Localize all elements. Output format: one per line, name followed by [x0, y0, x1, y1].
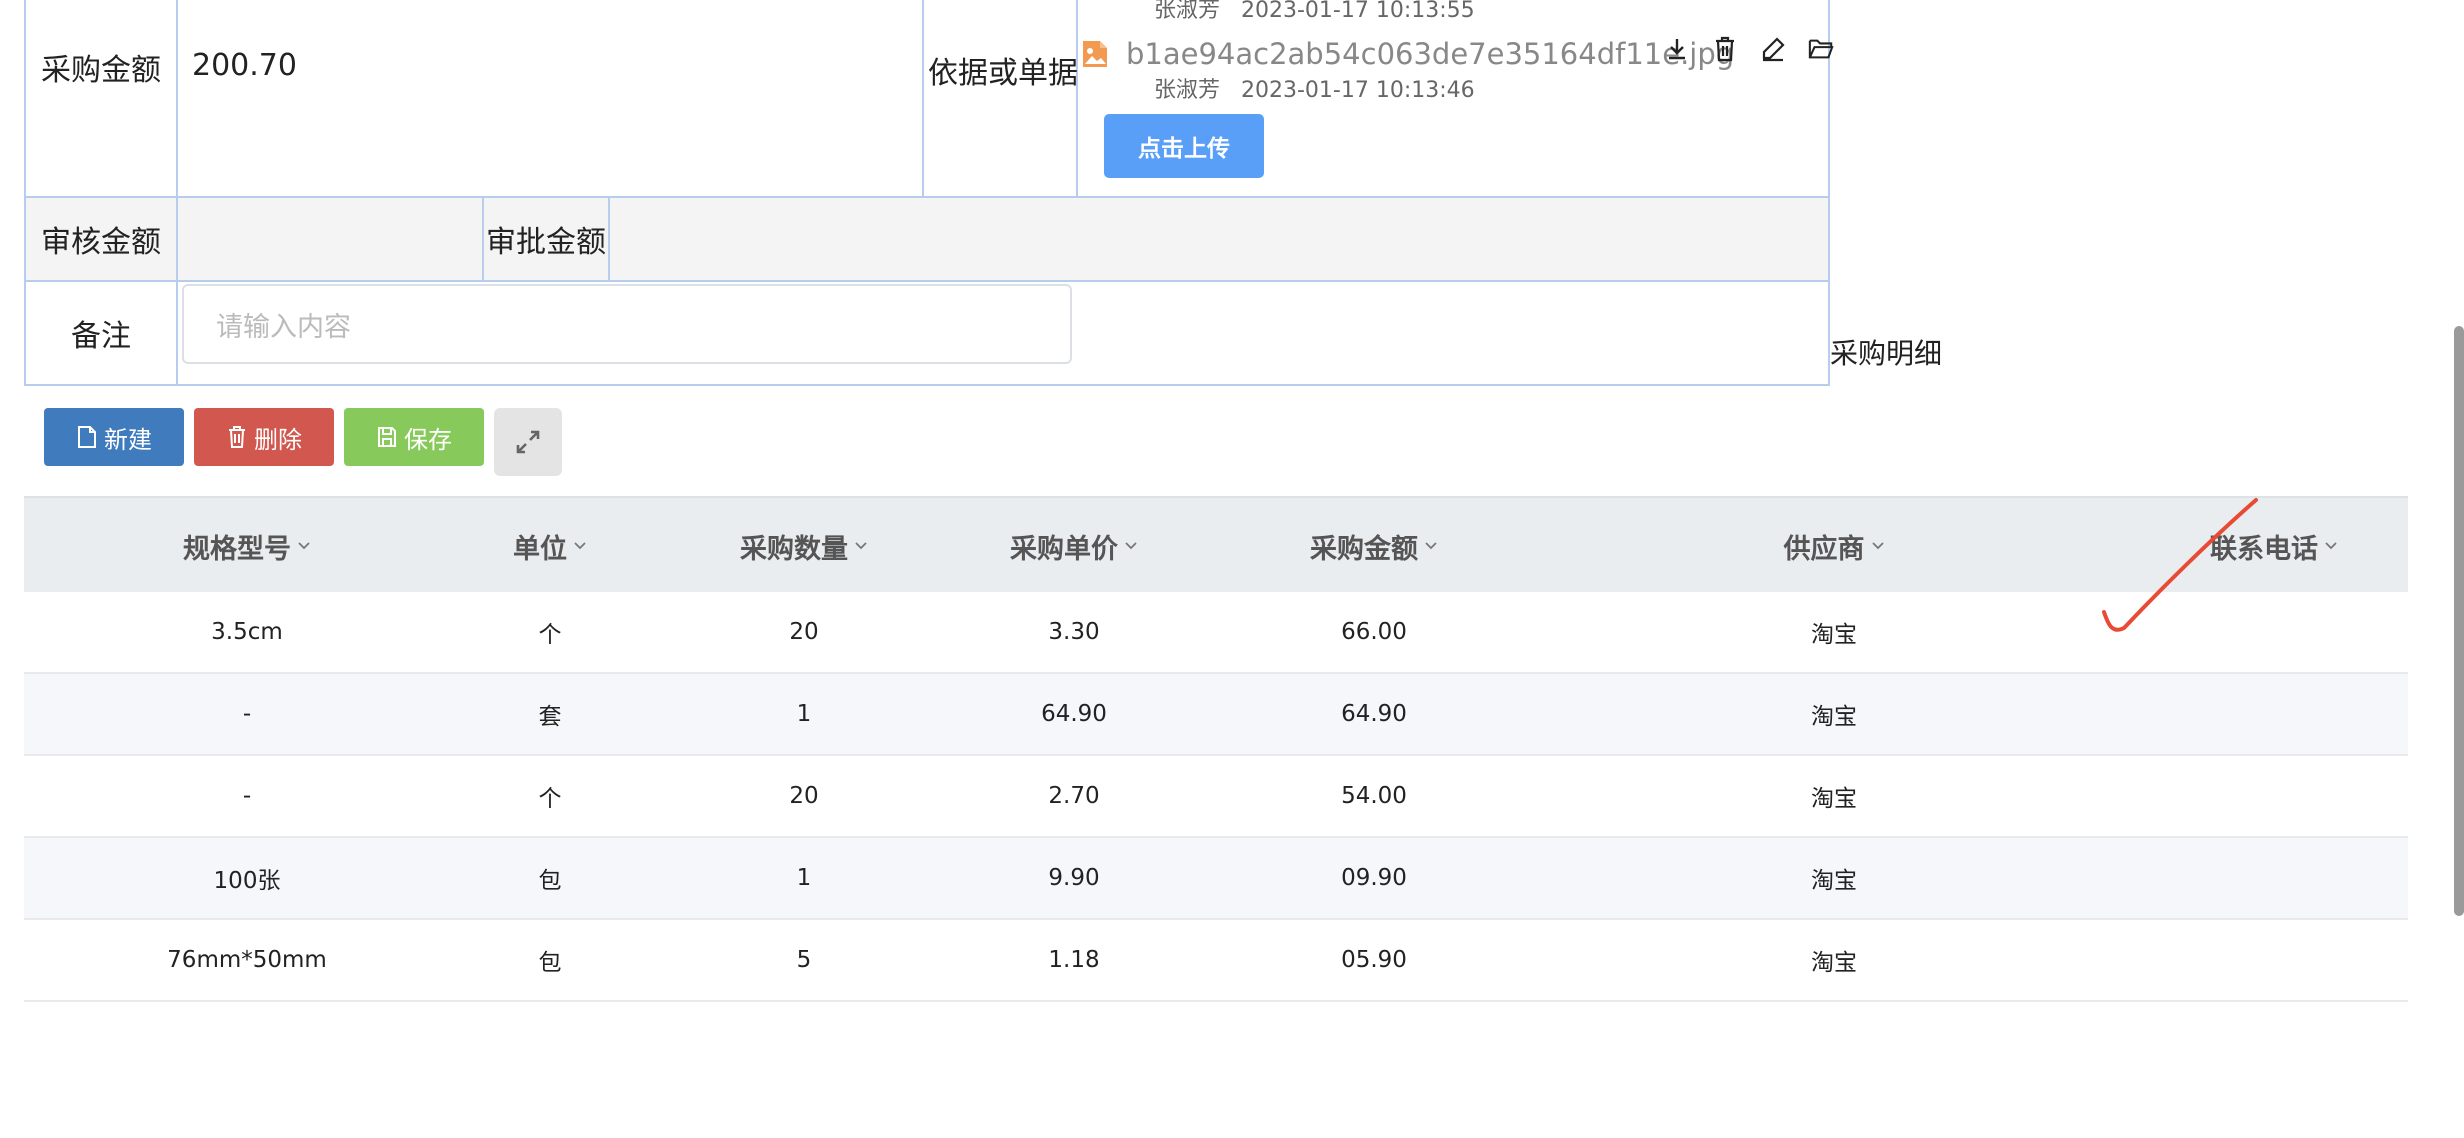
cell-phone: [2084, 838, 2464, 918]
approve-amount-label: 审批金额: [486, 225, 606, 260]
download-icon[interactable]: [1664, 34, 1690, 64]
cell-amount: 05.90: [1341, 947, 1407, 973]
cell-phone: [2084, 920, 2464, 1000]
uploader-name: 张淑芳: [1154, 78, 1221, 103]
cell-supplier: 淘宝: [1811, 786, 1857, 812]
save-button-label: 保存: [404, 425, 452, 454]
cell-unit: 个: [538, 622, 562, 648]
divider: [26, 196, 1830, 198]
cell-amount: 66.00: [1341, 619, 1407, 645]
cell-phone: [2084, 756, 2464, 836]
section-title: 采购明细: [1830, 337, 1943, 370]
cell-supplier: 淘宝: [1811, 704, 1857, 730]
delete-button-label: 删除: [254, 425, 302, 454]
attachment-actions: [1664, 34, 1834, 64]
cell-quantity: 1: [796, 701, 812, 727]
chevron-down-icon: [2325, 542, 2337, 550]
cell-supplier: 淘宝: [1811, 622, 1857, 648]
save-button[interactable]: 保存: [344, 408, 484, 466]
cell-unit: 包: [538, 868, 562, 894]
chevron-down-icon: [855, 542, 867, 550]
cell-quantity: 5: [796, 947, 812, 973]
column-header[interactable]: 采购数量: [674, 498, 934, 594]
cell-quantity: 20: [789, 619, 819, 645]
column-header[interactable]: 采购单价: [944, 498, 1204, 594]
delete-button[interactable]: 删除: [194, 408, 334, 466]
cell-unit-price: 3.30: [1048, 619, 1100, 645]
uploader-name: 张淑芳: [1154, 0, 1221, 23]
upload-time: 2023-01-17 10:13:46: [1241, 78, 1475, 103]
purchase-form: 采购金额 200.70 依据或单据 张淑芳 2023-01-17 10:13:5…: [24, 0, 1834, 386]
chevron-down-icon: [1125, 542, 1137, 550]
expand-icon: [516, 430, 540, 454]
cell-unit: 个: [538, 786, 562, 812]
edit-icon[interactable]: [1760, 34, 1786, 64]
cell-unit-price: 2.70: [1048, 783, 1100, 809]
divider: [176, 0, 178, 384]
cell-phone: [2084, 674, 2464, 754]
previous-file-meta: 张淑芳 2023-01-17 10:13:55: [1154, 0, 1475, 24]
review-amount-label: 审核金额: [41, 225, 161, 260]
cell-amount: 54.00: [1341, 783, 1407, 809]
trash-icon: [229, 426, 245, 448]
table-row[interactable]: 3.5cm 个 20 3.30 66.00 淘宝: [24, 592, 2408, 674]
file-icon: [78, 426, 96, 448]
cell-amount: 64.90: [1341, 701, 1407, 727]
table-row[interactable]: - 套 1 64.90 64.90 淘宝: [24, 674, 2408, 756]
cell-spec: 3.5cm: [211, 619, 283, 645]
cell-spec: -: [242, 701, 252, 727]
divider: [608, 198, 610, 282]
annotation-checkmark: [2102, 498, 2258, 632]
column-header[interactable]: 规格型号: [94, 498, 400, 594]
approval-row: [26, 198, 1828, 280]
cell-spec: -: [242, 783, 252, 809]
new-button-label: 新建: [104, 425, 152, 454]
table-row[interactable]: - 个 20 2.70 54.00 淘宝: [24, 756, 2408, 838]
chevron-down-icon: [298, 542, 310, 550]
cell-supplier: 淘宝: [1811, 950, 1857, 976]
table-header: 规格型号 单位 采购数量 采购单价 采购金额 供应商 联系电话: [24, 496, 2408, 592]
cell-quantity: 1: [796, 865, 812, 891]
cell-amount: 09.90: [1341, 865, 1407, 891]
attachment-file-name[interactable]: b1ae94ac2ab54c063de7e35164df11e.jpg: [1126, 37, 1734, 71]
table-row[interactable]: 100张 包 1 9.90 09.90 淘宝: [24, 838, 2408, 920]
vertical-scrollbar[interactable]: [2454, 326, 2464, 916]
expand-button[interactable]: [494, 408, 562, 476]
trash-icon[interactable]: [1712, 34, 1738, 64]
page: 采购金额 200.70 依据或单据 张淑芳 2023-01-17 10:13:5…: [0, 0, 2464, 1138]
cell-spec: 100张: [213, 868, 281, 894]
table-row[interactable]: 76mm*50mm 包 5 1.18 05.90 淘宝: [24, 920, 2408, 1002]
cell-quantity: 20: [789, 783, 819, 809]
cell-unit-price: 1.18: [1048, 947, 1100, 973]
chevron-down-icon: [1871, 542, 1884, 550]
upload-time: 2023-01-17 10:13:55: [1241, 0, 1475, 23]
purchase-amount-value: 200.70: [192, 48, 297, 83]
column-header[interactable]: 采购金额: [1214, 498, 1534, 594]
image-file-icon: [1080, 39, 1110, 69]
cell-unit: 套: [538, 704, 562, 730]
save-icon: [378, 427, 396, 447]
cell-spec: 76mm*50mm: [167, 947, 327, 973]
column-header[interactable]: 单位: [444, 498, 656, 594]
basis-label: 依据或单据: [928, 56, 1078, 91]
chevron-down-icon: [1425, 542, 1437, 550]
remark-input[interactable]: 请输入内容: [182, 284, 1072, 364]
divider: [26, 280, 1830, 282]
purchase-amount-label: 采购金额: [41, 53, 161, 88]
chevron-down-icon: [574, 542, 586, 550]
attachment-item[interactable]: b1ae94ac2ab54c063de7e35164df11e.jpg: [1080, 34, 1734, 74]
remark-label: 备注: [71, 319, 131, 354]
cell-unit: 包: [538, 950, 562, 976]
attachment-meta: 张淑芳 2023-01-17 10:13:46: [1154, 72, 1475, 104]
new-button[interactable]: 新建: [44, 408, 184, 466]
divider: [922, 0, 924, 198]
purchase-detail-table: 规格型号 单位 采购数量 采购单价 采购金额 供应商 联系电话 3.5cm 个 …: [24, 496, 2408, 1002]
divider: [1076, 0, 1078, 198]
folder-icon[interactable]: [1808, 34, 1834, 64]
upload-button[interactable]: 点击上传: [1104, 114, 1264, 178]
cell-supplier: 淘宝: [1811, 868, 1857, 894]
cell-unit-price: 9.90: [1048, 865, 1100, 891]
column-header[interactable]: 供应商: [1664, 498, 2004, 594]
cell-unit-price: 64.90: [1041, 701, 1107, 727]
